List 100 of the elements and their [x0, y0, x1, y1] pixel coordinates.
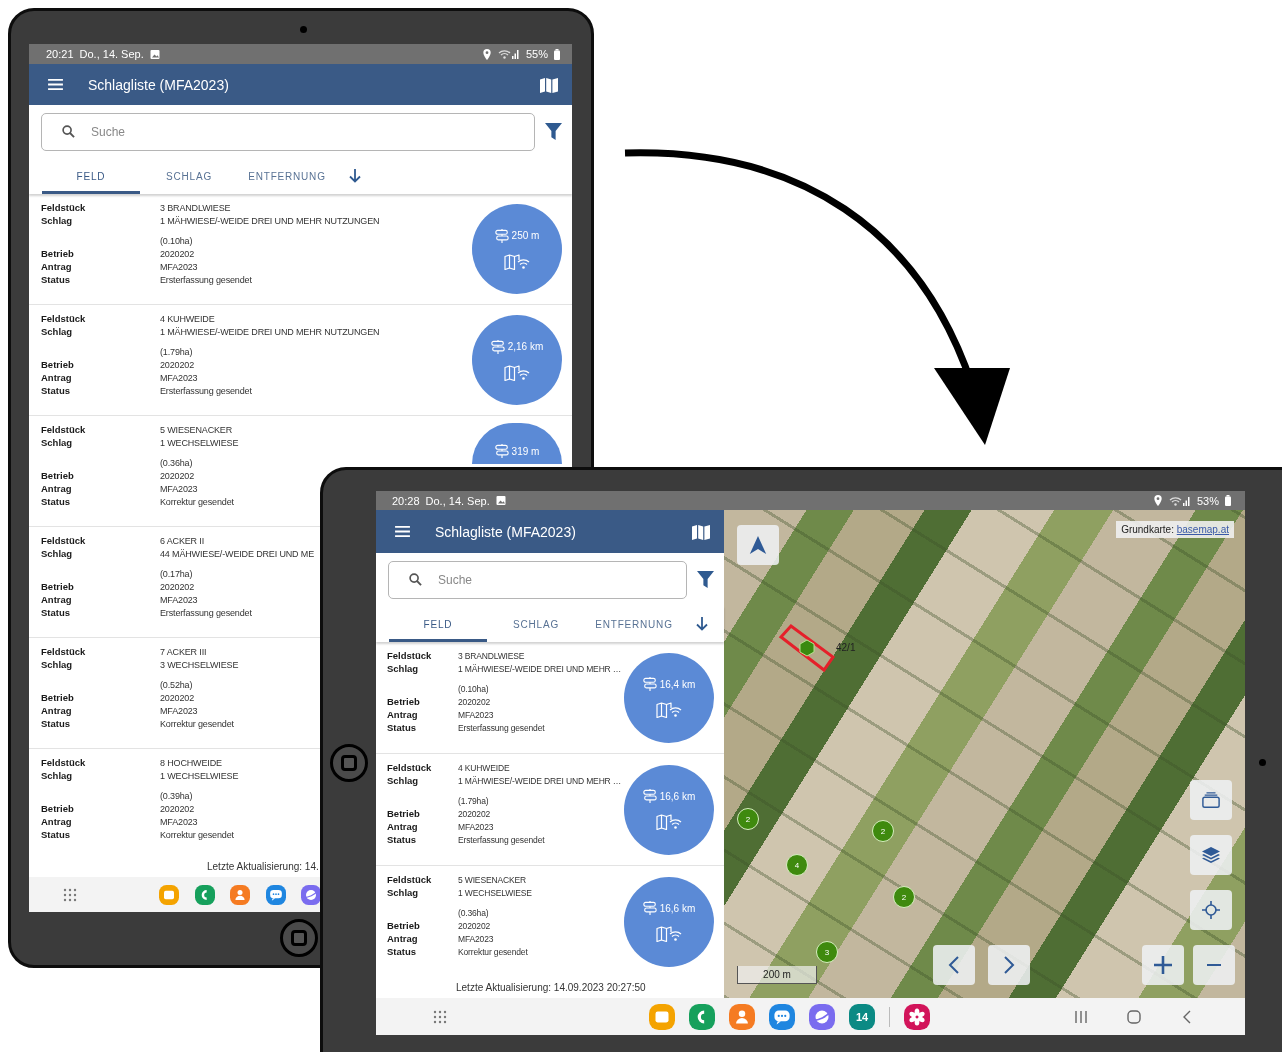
field-outline[interactable] [778, 624, 836, 673]
menu-icon[interactable] [48, 78, 63, 91]
next-button[interactable] [988, 945, 1030, 985]
field-label: Status [41, 829, 72, 840]
field-label: Betrieb [41, 248, 75, 259]
sort-tab[interactable]: FELD [42, 158, 140, 194]
location-pin-icon [481, 48, 492, 60]
app-title: Schlagliste (MFA2023) [88, 76, 229, 93]
previous-button[interactable] [933, 945, 975, 985]
image-icon [495, 495, 506, 506]
signpost-icon [494, 228, 509, 243]
field-marker-icon[interactable] [799, 639, 815, 657]
card-stack-button[interactable] [1190, 780, 1232, 820]
folded-map-icon[interactable] [692, 523, 710, 540]
sort-tab[interactable]: SCHLAG [140, 158, 238, 194]
search-bar[interactable]: Suche [41, 112, 535, 151]
field-label: Status [387, 946, 418, 957]
field-label: Betrieb [387, 808, 421, 819]
field-label: Feldstück [41, 424, 87, 435]
home-icon[interactable] [1127, 1009, 1141, 1024]
field-value: 3 WECHSELWIESE [160, 659, 239, 670]
phone-app-icon[interactable] [194, 884, 215, 905]
arrow-down-icon[interactable] [696, 617, 708, 631]
calendar-app-icon[interactable]: 14 [849, 1003, 875, 1030]
layers-button[interactable] [1190, 835, 1232, 875]
compass-button[interactable] [737, 525, 779, 565]
crosshair-icon [1202, 901, 1220, 919]
field-label: Schlag [387, 887, 420, 898]
search-bar[interactable]: Suche [388, 560, 687, 599]
field-label: Antrag [41, 483, 73, 494]
field-label: Betrieb [41, 359, 75, 370]
folded-map-icon[interactable] [540, 76, 558, 93]
field-value: 2020202 [160, 581, 194, 592]
field-value: 4 KUHWEIDE [160, 313, 215, 324]
phone-app-icon[interactable] [689, 1003, 715, 1030]
app-grid-icon[interactable] [433, 1009, 447, 1024]
sensor-dot [1259, 759, 1266, 766]
search-input[interactable]: Suche [89, 123, 534, 140]
field-value: 7 ACKER III [160, 646, 207, 657]
home-button[interactable] [280, 919, 318, 957]
minus-icon [1207, 964, 1221, 966]
map-wifi-icon [504, 253, 530, 270]
field-label: Betrieb [387, 920, 421, 931]
field-label: Schlag [41, 548, 74, 559]
field-value: (0.36ha) [458, 907, 489, 918]
field-value: (0.36ha) [160, 457, 193, 468]
locate-button[interactable] [1190, 890, 1232, 930]
basemap-link[interactable]: basemap.at [1176, 524, 1229, 535]
distance-button[interactable]: 16,6 km [624, 764, 714, 855]
sort-tab[interactable]: ENTFERNUNG [585, 606, 683, 642]
status-time: 20:28 [392, 494, 420, 507]
distance-button[interactable]: 16,4 km [624, 652, 714, 743]
filter-icon[interactable] [697, 571, 714, 588]
sort-tab[interactable]: SCHLAG [487, 606, 585, 642]
contacts-app-icon[interactable] [729, 1003, 755, 1030]
chat-bubble-app-icon[interactable] [769, 1003, 795, 1030]
contacts-app-icon[interactable] [230, 884, 250, 905]
zoom-in-button[interactable] [1142, 945, 1184, 985]
map-wifi-icon [504, 364, 530, 381]
field-value: 1 WECHSELWIESE [458, 887, 532, 898]
card-stack-icon [1202, 791, 1220, 809]
sort-tab[interactable]: ENTFERNUNG [238, 158, 336, 194]
field-value: 1 MÄHWIESE/-WEIDE DREI UND MEHR … [458, 775, 622, 786]
location-pin-icon [1152, 495, 1163, 506]
field-value: MFA2023 [160, 261, 198, 272]
search-icon [62, 125, 75, 138]
distance-button[interactable]: 319 m [472, 423, 562, 464]
field-value: Korrektur gesendet [458, 946, 528, 957]
field-label: Status [41, 274, 72, 285]
menu-icon[interactable] [395, 525, 410, 538]
recent-apps-icon[interactable] [1074, 1009, 1088, 1024]
planet-app-icon[interactable] [301, 884, 321, 905]
wifi-signal-icon [497, 49, 520, 59]
field-value: MFA2023 [458, 933, 494, 944]
search-input[interactable]: Suche [436, 571, 686, 588]
sort-tab[interactable]: FELD [389, 606, 487, 642]
filter-icon[interactable] [545, 123, 562, 140]
chat-bubble-app-icon[interactable] [265, 884, 286, 905]
home-button[interactable] [330, 744, 368, 782]
field-value: Ersterfassung gesendet [160, 274, 252, 285]
distance-button[interactable]: 250 m [472, 204, 562, 294]
arrow-down-icon[interactable] [349, 169, 361, 183]
field-value: Ersterfassung gesendet [458, 722, 545, 733]
field-value: Ersterfassung gesendet [458, 834, 545, 845]
field-value: Korrektur gesendet [160, 718, 234, 729]
distance-button[interactable]: 2,16 km [472, 315, 562, 405]
field-label: Feldstück [387, 762, 433, 773]
camera-dot [300, 26, 307, 33]
field-value: 5 WIESENACKER [160, 424, 233, 435]
app-grid-icon[interactable] [63, 887, 77, 902]
field-label: Feldstück [387, 874, 433, 885]
field-label: Schlag [41, 659, 74, 670]
flower-app-icon[interactable] [904, 1003, 930, 1030]
distance-button[interactable]: 16,6 km [624, 876, 714, 967]
field-value: MFA2023 [458, 821, 494, 832]
field-label: Betrieb [41, 692, 75, 703]
field-label: Schlag [387, 775, 420, 786]
map-wifi-icon [656, 702, 682, 718]
field-label: Feldstück [41, 535, 87, 546]
battery-icon [1225, 495, 1231, 506]
